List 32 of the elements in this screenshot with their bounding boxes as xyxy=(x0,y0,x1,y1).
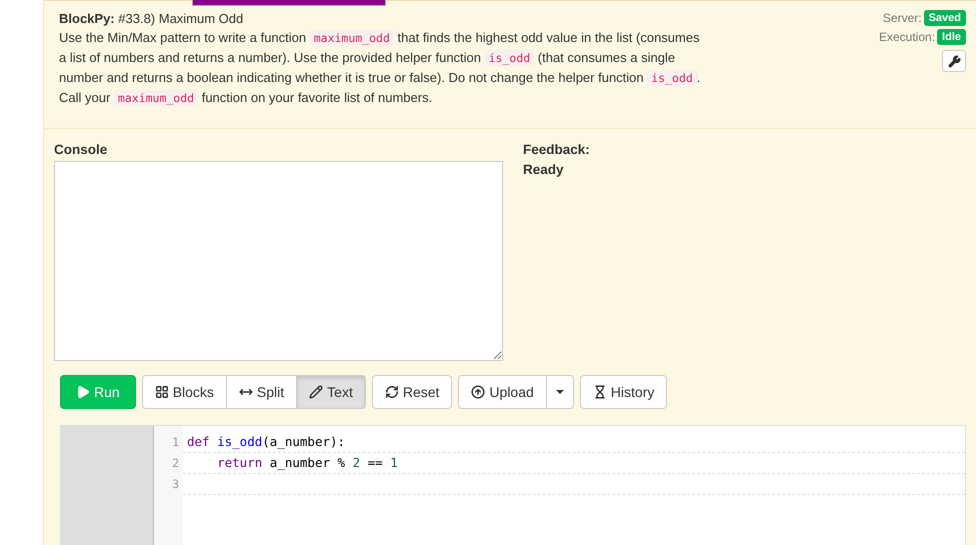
view-mode-button[interactable]: Blocks xyxy=(142,375,227,409)
play-icon xyxy=(76,385,90,399)
status-label: Execution: xyxy=(879,30,936,44)
refresh-icon xyxy=(384,385,399,399)
wrench-icon xyxy=(948,54,960,68)
line-number: 1 xyxy=(171,434,180,451)
caret-icon xyxy=(556,390,564,394)
status-label: Server: xyxy=(882,11,922,25)
feedback-message: Ready xyxy=(523,161,565,178)
assignment-description: Use the Min/Max pattern to write a function maximum_odd that finds the highest odd value in the list (consumes a list of numbers and returns a number). Use the provided helper function is_odd (that consumes a single number and returns a boolean indicating whether it is true or false). Do not change the helper function is_odd . Call your maximum_odd function on your favorite list of numbers. xyxy=(59,29,702,108)
upload-icon xyxy=(471,385,486,399)
history-button[interactable]: History xyxy=(580,375,668,409)
view-mode-button[interactable]: Split xyxy=(226,375,298,409)
console-heading: Console xyxy=(54,141,108,158)
view-mode-button[interactable]: Text xyxy=(296,375,366,409)
status-badge: Saved xyxy=(924,10,966,26)
feedback-heading: Feedback: xyxy=(523,141,590,158)
line-number: 2 xyxy=(171,455,180,472)
pencil-icon xyxy=(309,385,324,399)
dropdown-button[interactable] xyxy=(546,375,574,409)
upload-button[interactable]: Upload xyxy=(458,375,547,409)
grid-icon xyxy=(154,385,169,399)
code-editor[interactable]: 1 2 3 def is_odd(a_number): return a_number % 2 == 1 xyxy=(60,425,966,545)
assignment-title: BlockPy: #33.8) Maximum Odd xyxy=(59,10,244,28)
line-number: 3 xyxy=(171,476,180,493)
settings-button[interactable] xyxy=(942,50,966,72)
console-area[interactable] xyxy=(54,161,503,361)
code-line: return a_number % 2 == 1 xyxy=(183,453,965,474)
code-line: def is_odd(a_number): xyxy=(183,432,965,453)
reset-button[interactable]: Reset xyxy=(372,375,452,409)
status-badge: Idle xyxy=(937,29,966,45)
hourglass-icon xyxy=(592,385,607,399)
